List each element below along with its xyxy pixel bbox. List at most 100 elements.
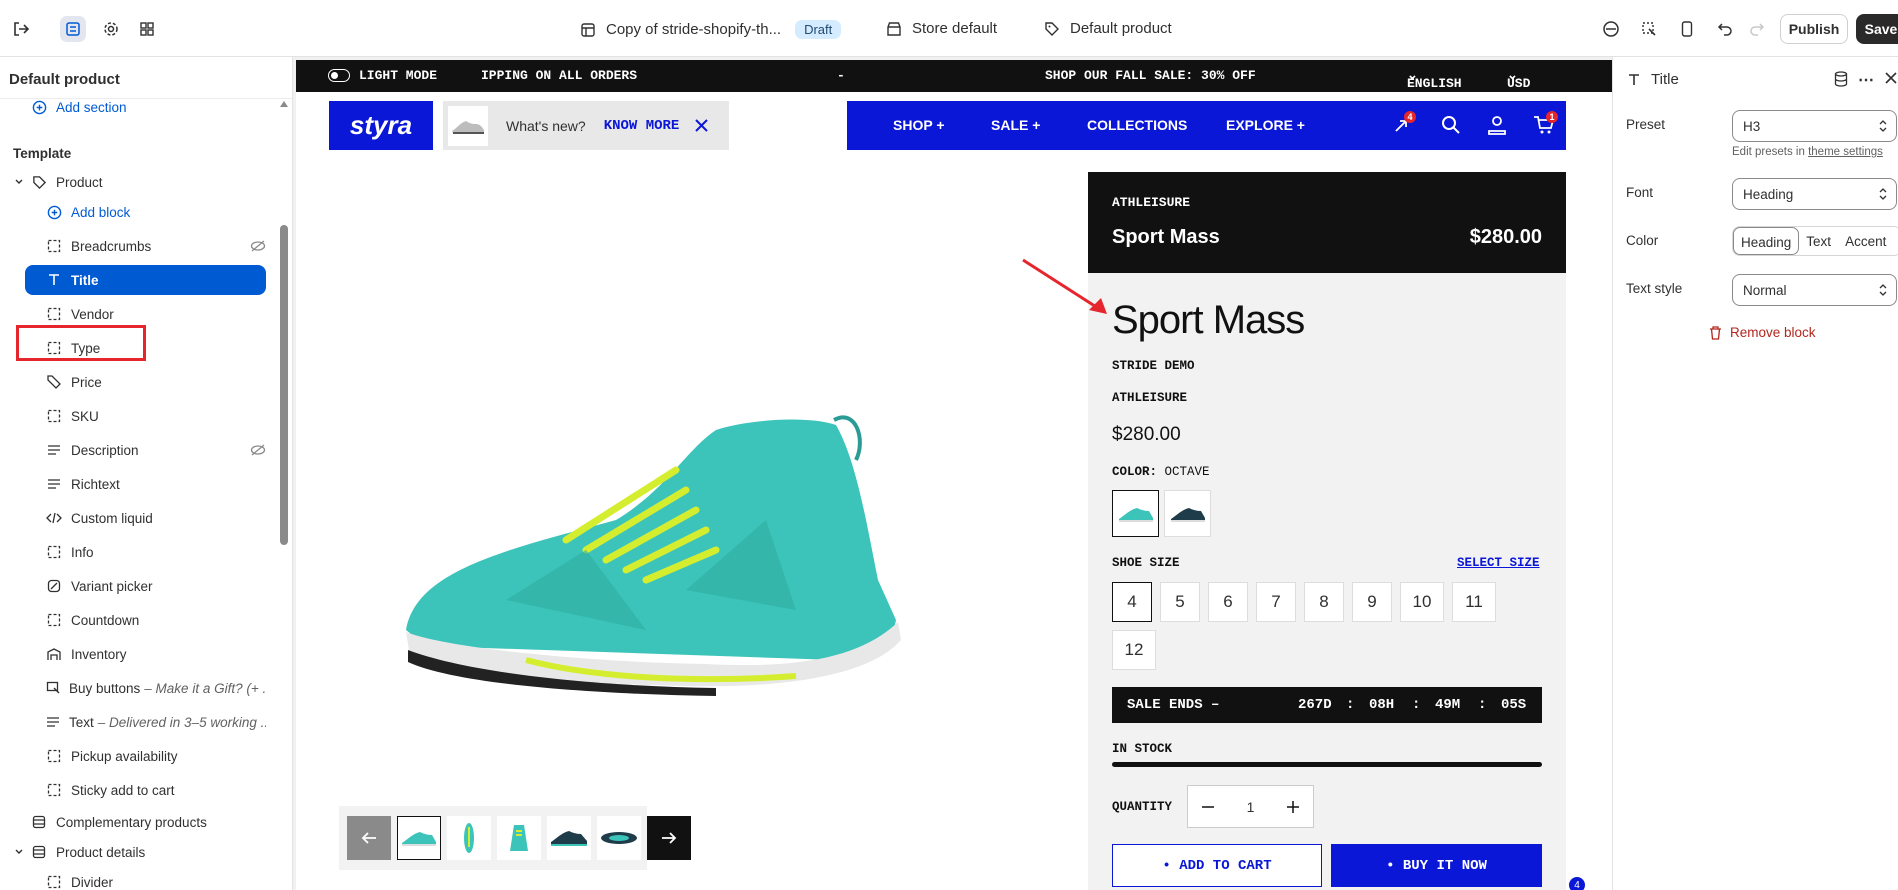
add-block-button[interactable]: Add block <box>46 197 292 227</box>
section-product-details[interactable]: Product details <box>13 837 292 867</box>
search-icon[interactable] <box>1441 115 1461 135</box>
swatch-octave[interactable] <box>1112 490 1159 537</box>
color-segmented-control: Heading Text Accent <box>1732 226 1898 256</box>
product-title[interactable]: Sport Mass <box>1112 298 1305 343</box>
size-option[interactable]: 12 <box>1112 630 1156 670</box>
text-style-select[interactable]: Normal <box>1732 274 1897 306</box>
sections-icon[interactable] <box>60 16 86 42</box>
gear-icon[interactable] <box>98 16 124 42</box>
thumbnail-3[interactable] <box>497 816 541 860</box>
plus-icon[interactable] <box>1286 800 1299 813</box>
theme-name: Copy of stride-shopify-th... <box>606 21 782 38</box>
block-divider[interactable]: Divider <box>46 867 292 890</box>
thumbnail-5[interactable] <box>597 816 641 860</box>
chevron-down-icon[interactable] <box>13 174 25 190</box>
thumbnail-2[interactable] <box>447 816 491 860</box>
block-breadcrumbs[interactable]: Breadcrumbs <box>46 231 266 261</box>
color-option-accent[interactable]: Accent <box>1838 227 1893 255</box>
block-vendor[interactable]: Vendor <box>46 299 292 329</box>
size-option[interactable]: 11 <box>1452 582 1496 622</box>
block-custom-liquid[interactable]: Custom liquid <box>46 503 292 533</box>
light-mode-toggle[interactable] <box>328 69 350 82</box>
chevron-down-icon[interactable] <box>13 844 25 860</box>
countdown-sep: : <box>1346 697 1355 713</box>
save-button[interactable]: Save <box>1856 14 1898 44</box>
inspector-icon[interactable] <box>1598 16 1624 42</box>
select-icon[interactable] <box>1636 16 1662 42</box>
cart-icon[interactable]: 1 <box>1533 111 1558 135</box>
exit-icon[interactable] <box>8 16 34 42</box>
redo-icon[interactable] <box>1744 16 1770 42</box>
size-option[interactable]: 4 <box>1112 582 1152 622</box>
size-option[interactable]: 7 <box>1256 582 1296 622</box>
size-option[interactable]: 5 <box>1160 582 1200 622</box>
thumbnail-4[interactable] <box>547 816 591 860</box>
block-sticky-add-to-cart[interactable]: Sticky add to cart <box>46 775 292 805</box>
color-option-text[interactable]: Text <box>1799 227 1838 255</box>
size-option[interactable]: 8 <box>1304 582 1344 622</box>
buy-now-button[interactable]: • BUY IT NOW <box>1331 844 1542 887</box>
sections-panel: Default product Add section Template Pro… <box>0 57 293 890</box>
block-label: Type <box>71 340 101 356</box>
block-title[interactable]: Title <box>25 265 266 295</box>
theme-settings-link[interactable]: theme settings <box>1808 146 1883 158</box>
section-complementary-products[interactable]: Complementary products <box>31 807 292 837</box>
color-option-heading[interactable]: Heading <box>1733 227 1800 255</box>
add-to-cart-button[interactable]: • ADD TO CART <box>1112 844 1322 887</box>
block-inventory[interactable]: Inventory <box>46 639 292 669</box>
publish-button[interactable]: Publish <box>1780 14 1848 44</box>
nav-shop[interactable]: SHOP + <box>893 117 945 133</box>
undo-icon[interactable] <box>1712 16 1738 42</box>
compare-icon[interactable]: 4 <box>1392 111 1416 135</box>
mobile-preview-icon[interactable] <box>1674 16 1700 42</box>
account-icon[interactable] <box>1487 115 1507 135</box>
quantity-stepper[interactable]: 1 <box>1187 785 1314 828</box>
know-more-link[interactable]: KNOW MORE <box>604 118 680 134</box>
thumbnail-1[interactable] <box>397 816 441 860</box>
nav-explore[interactable]: EXPLORE + <box>1226 117 1305 133</box>
floating-badge[interactable]: 4 <box>1569 877 1585 890</box>
product-image-shoe[interactable] <box>386 400 906 700</box>
add-section-button[interactable]: Add section <box>31 92 292 122</box>
size-option[interactable]: 6 <box>1208 582 1248 622</box>
product-section-item[interactable]: Product <box>13 167 292 197</box>
database-icon[interactable] <box>1834 71 1848 87</box>
remove-block-button[interactable]: Remove block <box>1709 325 1816 340</box>
size-option[interactable]: 10 <box>1400 582 1444 622</box>
template-selector[interactable]: Default product <box>1044 20 1172 37</box>
minus-icon[interactable] <box>1202 805 1214 808</box>
block-price[interactable]: Price <box>46 367 292 397</box>
block-description[interactable]: Description <box>46 435 266 465</box>
quantity-value[interactable]: 1 <box>1247 799 1255 815</box>
close-icon[interactable] <box>1885 72 1897 84</box>
nav-collections[interactable]: COLLECTIONS <box>1087 117 1187 133</box>
block-type[interactable]: Type <box>46 333 292 363</box>
font-select[interactable]: Heading <box>1732 178 1897 210</box>
size-option[interactable]: 9 <box>1352 582 1392 622</box>
theme-selector[interactable]: Copy of stride-shopify-th... Draft <box>580 20 842 39</box>
block-pickup-availability[interactable]: Pickup availability <box>46 741 292 771</box>
block-sku[interactable]: SKU <box>46 401 292 431</box>
block-variant-picker[interactable]: Variant picker <box>46 571 292 601</box>
block-richtext[interactable]: Richtext <box>46 469 292 499</box>
eye-off-icon[interactable] <box>250 444 266 456</box>
block-buy-buttons[interactable]: Buy buttons – Make it a Gift? (+ ... <box>46 673 266 703</box>
block-countdown[interactable]: Countdown <box>46 605 292 635</box>
close-icon[interactable] <box>695 119 709 132</box>
nav-sale[interactable]: SALE + <box>991 117 1040 133</box>
preset-select[interactable]: H3 <box>1732 110 1897 142</box>
more-options-icon[interactable]: ⋯ <box>1858 70 1874 90</box>
block-info[interactable]: Info <box>46 537 292 567</box>
store-logo[interactable]: styra <box>329 101 433 150</box>
scrollbar[interactable] <box>280 225 288 545</box>
swatch-dark[interactable] <box>1164 490 1211 537</box>
eye-off-icon[interactable] <box>250 240 266 252</box>
block-text[interactable]: Text – Delivered in 3–5 working ... <box>46 707 266 737</box>
prev-image-button[interactable] <box>347 816 391 860</box>
next-image-button[interactable] <box>647 816 691 860</box>
apps-icon[interactable] <box>134 16 160 42</box>
language-selector[interactable]: ENGLISH ⌄ <box>1407 68 1462 91</box>
store-selector[interactable]: Store default <box>886 20 997 37</box>
select-size-link[interactable]: SELECT SIZE <box>1457 556 1540 570</box>
currency-selector[interactable]: USD $ ⌄ <box>1507 68 1530 106</box>
